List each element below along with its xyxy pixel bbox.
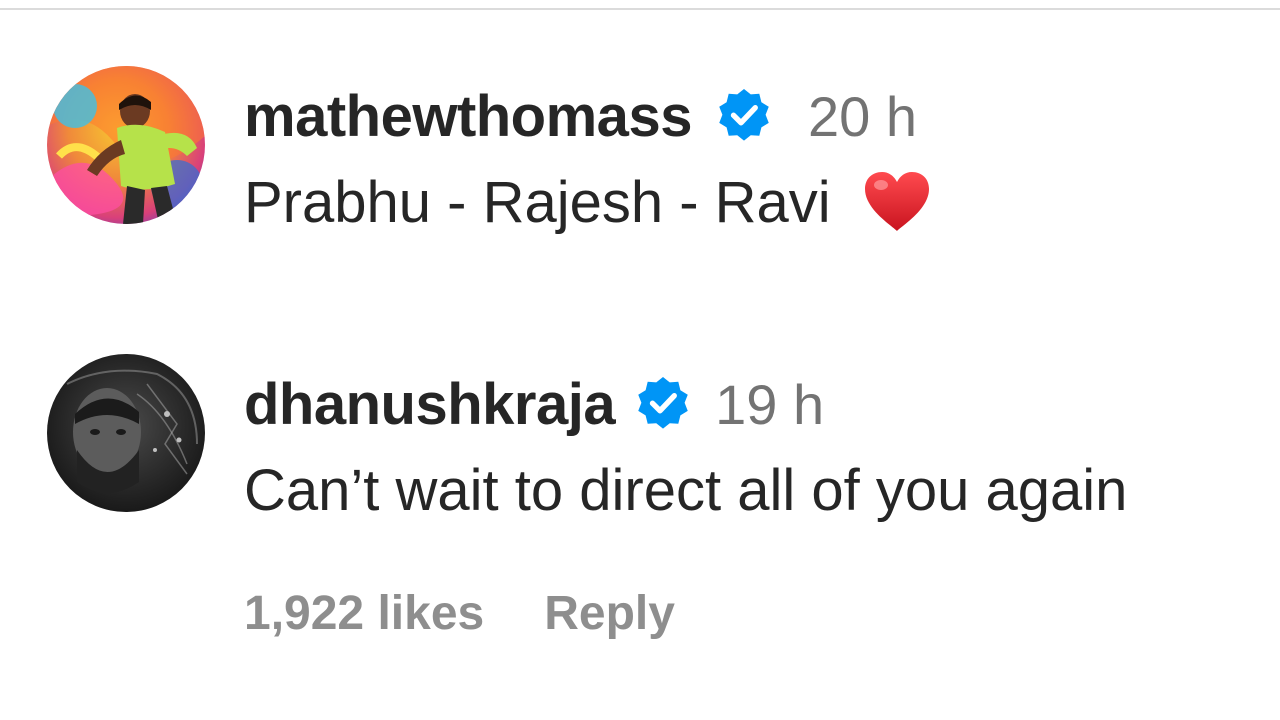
comment-text: Prabhu - Rajesh - Ravi	[244, 166, 933, 238]
comment-time: 19 h	[715, 372, 825, 436]
top-divider	[0, 8, 1280, 10]
reply-button[interactable]: Reply	[544, 586, 675, 641]
profile-photo-colorful-icon	[47, 66, 205, 224]
red-heart-icon	[861, 169, 933, 235]
username[interactable]: mathewthomass	[244, 83, 692, 150]
avatar[interactable]	[47, 354, 205, 512]
comment-actions: 1,922 likes Reply	[244, 580, 675, 646]
comments-screen: mathewthomass 20 h Prabhu - Rajesh - Rav…	[0, 0, 1280, 720]
verified-badge-icon	[633, 374, 693, 434]
comment-header: dhanushkraja 19 h	[244, 368, 824, 440]
profile-photo-monochrome-icon	[47, 354, 205, 512]
comment-time: 20 h	[807, 84, 917, 148]
likes-count[interactable]: 1,922 likes	[244, 586, 484, 641]
comment-header: mathewthomass 20 h	[244, 80, 917, 152]
comment-body: Prabhu - Rajesh - Ravi	[244, 169, 831, 235]
avatar[interactable]	[47, 66, 205, 224]
verified-badge-icon	[714, 86, 774, 146]
comment-text: Can’t wait to direct all of you again	[244, 452, 1127, 528]
username[interactable]: dhanushkraja	[244, 371, 616, 438]
comment-body: Can’t wait to direct all of you again	[244, 457, 1128, 523]
